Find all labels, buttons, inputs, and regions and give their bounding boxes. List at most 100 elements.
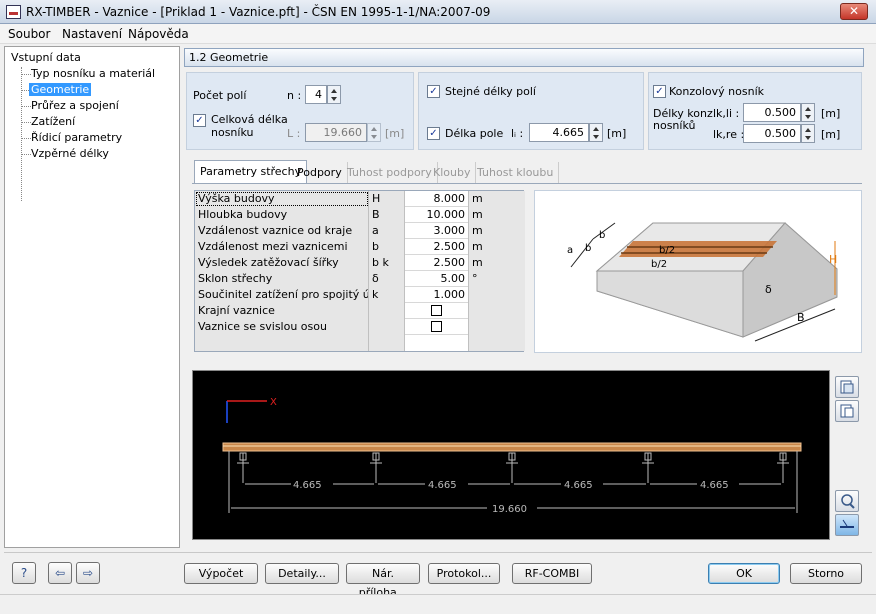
label-delta: δ: [765, 283, 772, 296]
lkre-label: lk,re :: [713, 128, 745, 141]
li-label: lᵢ :: [511, 127, 524, 140]
celkova-delka-checkbox[interactable]: [193, 114, 206, 127]
beam-view-button[interactable]: [835, 514, 859, 536]
param-name: Sklon střechy: [195, 271, 369, 287]
param-value[interactable]: 8.000: [405, 191, 469, 207]
tree-item-prurez[interactable]: Průřez a spojení: [31, 99, 119, 112]
lkre-spinner[interactable]: [801, 124, 815, 143]
L-input[interactable]: 19.660: [305, 123, 367, 142]
protokol-button[interactable]: Protokol...: [428, 563, 500, 584]
copy-icon: [840, 404, 854, 418]
param-value[interactable]: 10.000: [405, 207, 469, 223]
param-value[interactable]: 2.500: [405, 239, 469, 255]
tree-root[interactable]: Vstupní data: [11, 51, 81, 64]
table-row[interactable]: Hloubka budovy B 10.000 m: [195, 207, 525, 223]
tree-item-typ-nosniku[interactable]: Typ nosníku a materiál: [31, 67, 155, 80]
stejne-delky-checkbox[interactable]: [427, 85, 440, 98]
li-spinner[interactable]: [589, 123, 603, 142]
lkre-unit: [m]: [821, 128, 841, 141]
tree-connector: [21, 67, 22, 201]
vypocet-button[interactable]: Výpočet: [184, 563, 258, 584]
table-row[interactable]: Krajní vaznice: [195, 303, 525, 319]
rf-combi-button[interactable]: RF-COMBI: [512, 563, 592, 584]
import-button[interactable]: ⇦: [48, 562, 72, 584]
lkli-input[interactable]: 0.500: [743, 103, 801, 122]
span-length-panel: Stejné délky polí Délka pole lᵢ : 4.665 …: [418, 72, 644, 150]
tab-podpory[interactable]: Podpory: [292, 162, 348, 183]
param-value[interactable]: 2.500: [405, 255, 469, 271]
tab-parametry-strechy[interactable]: Parametry střechy: [194, 160, 308, 184]
close-button[interactable]: ✕: [840, 3, 868, 20]
label-b2-upper: b/2: [659, 245, 675, 256]
import-icon: ⇦: [54, 566, 66, 580]
table-row[interactable]: Výška budovy H 8.000 m: [195, 191, 525, 207]
param-unit: [469, 287, 525, 303]
n-label: n :: [287, 89, 302, 102]
param-value[interactable]: 3.000: [405, 223, 469, 239]
label-b-left: b: [585, 243, 591, 254]
ok-button[interactable]: OK: [708, 563, 780, 584]
table-row[interactable]: Součinitel zatížení pro spojitý úč k 1.0…: [195, 287, 525, 303]
help-button[interactable]: ?: [12, 562, 36, 584]
label-H: H: [829, 253, 837, 266]
copy-graphic-button[interactable]: [835, 400, 859, 422]
param-symbol: δ: [369, 271, 405, 287]
table-row[interactable]: Vzdálenost mezi vaznicemi b 2.500 m: [195, 239, 525, 255]
label-a: a: [567, 245, 573, 256]
table-row: [195, 335, 525, 351]
param-name: Vzdálenost vaznice od kraje: [195, 223, 369, 239]
param-symbol: [369, 319, 405, 335]
param-unit: m: [469, 207, 525, 223]
table-row[interactable]: Vzdálenost vaznice od kraje a 3.000 m: [195, 223, 525, 239]
delka-pole-checkbox[interactable]: [427, 127, 440, 140]
tree-item-geometrie[interactable]: Geometrie: [29, 83, 92, 96]
span-dimension: 4.665: [428, 480, 457, 491]
tab-klouby[interactable]: Klouby: [428, 162, 477, 183]
detaily-button[interactable]: Detaily...: [265, 563, 339, 584]
roof-parameters-table: Výška budovy H 8.000 m Hloubka budovy B …: [194, 190, 525, 352]
lkli-unit: [m]: [821, 107, 841, 120]
table-row[interactable]: Vaznice se svislou osou: [195, 319, 525, 335]
tab-tuhost-kloubu[interactable]: Tuhost kloubu: [472, 162, 560, 183]
n-spinner[interactable]: [327, 85, 341, 104]
help-icon: ?: [20, 566, 28, 580]
svisla-osa-checkbox[interactable]: [431, 321, 442, 332]
param-name: Výška budovy: [195, 191, 369, 207]
li-input[interactable]: 4.665: [529, 123, 589, 142]
delka-pole-label: Délka pole: [445, 127, 504, 140]
menu-napoveda[interactable]: Nápověda: [128, 27, 189, 41]
menu-soubor[interactable]: Soubor: [8, 27, 50, 41]
axis-x-label: X: [270, 397, 277, 408]
cantilever-panel: Konzolový nosník Délky konz. nosníků lk,…: [648, 72, 862, 150]
menu-nastaveni[interactable]: Nastavení: [62, 27, 122, 41]
view-button[interactable]: [835, 490, 859, 512]
title-bar: RX-TIMBER - Vaznice - [Priklad 1 - Vazni…: [0, 0, 876, 24]
konzolovy-checkbox[interactable]: [653, 85, 666, 98]
lkre-input[interactable]: 0.500: [743, 124, 801, 143]
tab-tuhost-podpory[interactable]: Tuhost podpory: [342, 162, 438, 183]
param-value[interactable]: 5.00: [405, 271, 469, 287]
label-b-upper: b: [599, 230, 605, 241]
lkli-spinner[interactable]: [801, 103, 815, 122]
span-dimension: 4.665: [564, 480, 593, 491]
n-input[interactable]: 4: [305, 85, 327, 104]
nar-priloha-button[interactable]: Nár. příloha...: [346, 563, 420, 599]
tree-item-zatizeni[interactable]: Zatížení: [31, 115, 75, 128]
span-dimension: 4.665: [293, 480, 322, 491]
pocet-poli-label: Počet polí: [193, 89, 247, 102]
span-dimension: 4.665: [700, 480, 729, 491]
param-value[interactable]: 1.000: [405, 287, 469, 303]
tree-item-ridici-parametry[interactable]: Řídicí parametry: [31, 131, 122, 144]
tree-item-vzperne-delky[interactable]: Vzpěrné délky: [31, 147, 109, 160]
print-graphic-button[interactable]: [835, 376, 859, 398]
beam-graphic-view[interactable]: X 4.665 4.665 4.665 4.665 19.660: [192, 370, 830, 540]
table-row[interactable]: Výsledek zatěžovací šířky b k 2.500 m: [195, 255, 525, 271]
param-symbol: b: [369, 239, 405, 255]
table-row[interactable]: Sklon střechy δ 5.00 °: [195, 271, 525, 287]
building-illustration: a b b b/2 b/2 H δ B: [534, 190, 862, 353]
krajni-vaznice-checkbox[interactable]: [431, 305, 442, 316]
tree-connector: [21, 138, 31, 139]
export-button[interactable]: ⇨: [76, 562, 100, 584]
storno-button[interactable]: Storno: [790, 563, 862, 584]
L-spinner[interactable]: [367, 123, 381, 142]
